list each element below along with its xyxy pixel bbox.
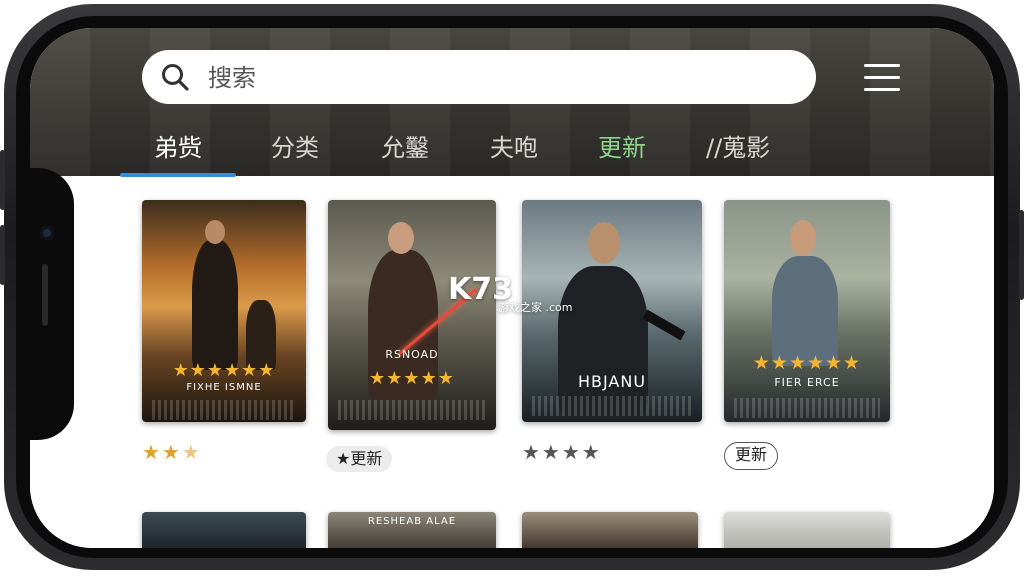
poster-title: HBJANU bbox=[577, 372, 647, 391]
category-tabs: 弟赀 分类 允鑿 夫咆 更新 //蒐影 bbox=[120, 124, 820, 177]
poster-rating: ★★★★★ bbox=[369, 368, 455, 389]
tab-3[interactable]: 允鑿 bbox=[381, 128, 429, 163]
movie-poster[interactable]: ★★★★★★ FIER ERCE bbox=[724, 200, 890, 422]
poster-credits bbox=[338, 400, 486, 420]
tab-underline bbox=[120, 173, 236, 177]
camera-icon bbox=[40, 226, 54, 240]
power-button bbox=[1019, 210, 1024, 300]
tab-update[interactable]: 更新 bbox=[598, 128, 646, 163]
star-rating: ★★★★ bbox=[522, 440, 602, 464]
poster-rating: ★★★★★★ bbox=[172, 360, 276, 381]
update-badge: 更新 bbox=[724, 442, 779, 470]
watermark-logo: K73 游戏之家 .com bbox=[448, 272, 573, 315]
header: 弟赀 分类 允鑿 夫咆 更新 //蒐影 bbox=[30, 28, 994, 177]
movie-grid: ★★★★★★ FIXHE ISMNE ★★★ RSNOAD ★★★★★ ★更新 … bbox=[30, 176, 994, 548]
movie-poster[interactable]: RESHEAB ALAE bbox=[328, 512, 496, 548]
poster-credits bbox=[734, 398, 880, 418]
poster-title: FIER ERCE bbox=[774, 376, 840, 389]
movie-poster[interactable]: ★★★★★★ FIXHE ISMNE bbox=[142, 200, 306, 422]
poster-title: RESHEAB ALAE bbox=[367, 516, 457, 527]
star-rating: ★★★ bbox=[142, 440, 202, 464]
search-icon[interactable] bbox=[160, 62, 190, 92]
watermark-site: 游戏之家 .com bbox=[498, 301, 573, 314]
menu-icon[interactable] bbox=[864, 64, 900, 92]
search-bar[interactable] bbox=[142, 50, 816, 104]
rating-half-star: ★ bbox=[181, 440, 202, 464]
poster-credits bbox=[152, 400, 296, 420]
tab-4[interactable]: 夫咆 bbox=[490, 128, 538, 163]
movie-poster[interactable]: RSNOAD ★★★★★ bbox=[328, 200, 496, 430]
poster-title: FIXHE ISMNE bbox=[186, 382, 262, 393]
movie-poster[interactable] bbox=[724, 512, 890, 548]
movie-poster[interactable] bbox=[142, 512, 306, 548]
camera-notch bbox=[30, 168, 74, 440]
poster-rating: ★★★★★★ bbox=[752, 352, 862, 374]
poster-credits bbox=[532, 396, 692, 416]
tab-recommend[interactable]: 弟赀 bbox=[154, 128, 202, 163]
poster-title: RSNOAD bbox=[385, 348, 439, 361]
rating-stars: ★★ bbox=[142, 440, 182, 464]
tab-category[interactable]: 分类 bbox=[271, 128, 319, 163]
search-input[interactable] bbox=[206, 60, 770, 96]
volume-button bbox=[0, 150, 5, 210]
speaker-grill bbox=[42, 264, 48, 326]
app-screen: 弟赀 分类 允鑿 夫咆 更新 //蒐影 ★★★★★★ FIXHE ISMNE bbox=[30, 28, 994, 548]
tab-6[interactable]: //蒐影 bbox=[706, 128, 770, 163]
volume-button-2 bbox=[0, 225, 5, 285]
movie-poster[interactable] bbox=[522, 512, 698, 548]
phone-frame: 弟赀 分类 允鑿 夫咆 更新 //蒐影 ★★★★★★ FIXHE ISMNE bbox=[0, 0, 1024, 576]
update-badge: ★更新 bbox=[326, 446, 393, 472]
